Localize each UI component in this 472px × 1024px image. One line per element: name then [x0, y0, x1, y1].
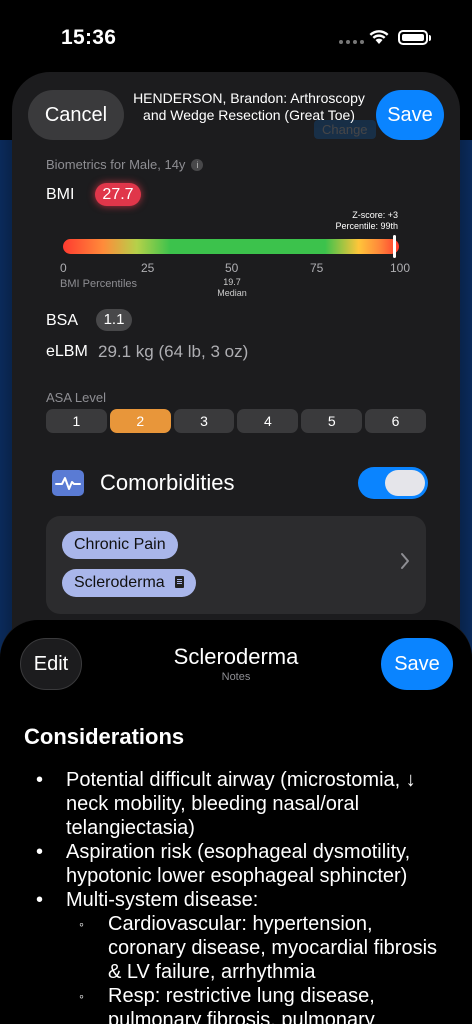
asa-segmented-control: 1 2 3 4 5 6 — [46, 409, 426, 433]
status-bar: 15:36 — [0, 0, 472, 70]
zscore-text: Z-score: +3 — [352, 210, 398, 220]
list-item: • Potential difficult airway (microstomia… — [36, 769, 416, 839]
tick-label: 25 — [141, 261, 155, 275]
comorbidity-chip[interactable]: Chronic Pain — [62, 531, 178, 559]
median-annotation: 19.7 Median — [202, 277, 262, 299]
list-item-text: Multi-system disease: — [66, 889, 259, 911]
toggle-knob — [385, 470, 425, 496]
asa-option-5[interactable]: 5 — [301, 409, 363, 433]
biometrics-label: Biometrics for Male, 14y i — [46, 157, 204, 172]
surgery-sheet: Change Cancel HENDERSON, Brandon: Arthro… — [12, 72, 460, 692]
asa-option-1[interactable]: 1 — [46, 409, 107, 433]
bmi-label: BMI — [46, 186, 75, 203]
sheet-title: HENDERSON, Brandon: Arthroscopy and Wedg… — [133, 90, 365, 123]
note-icon — [174, 576, 184, 588]
tick-label: 50 — [225, 261, 239, 275]
sub-list-item-text: Cardiovascular: hypertension, coronary d… — [108, 913, 438, 983]
save-button[interactable]: Save — [376, 90, 444, 140]
bmi-percentiles-label: BMI Percentiles — [60, 278, 138, 290]
tick-label: 0 — [60, 261, 67, 275]
asa-option-3[interactable]: 3 — [173, 409, 235, 433]
edit-button[interactable]: Edit — [20, 638, 82, 690]
bmi-percentile-marker — [393, 235, 396, 258]
tick-label: 75 — [310, 261, 324, 275]
list-item-text: Aspiration risk (esophageal dysmotility,… — [66, 841, 411, 887]
chevron-right-icon — [401, 553, 409, 569]
percentile-text: Percentile: 99th — [335, 221, 398, 231]
median-label: Median — [217, 288, 247, 298]
sub-list-item: ◦ Resp: restrictive lung disease, pulmona… — [24, 984, 444, 1024]
battery-icon — [398, 30, 428, 45]
considerations-heading: Considerations — [24, 724, 185, 749]
asa-option-4[interactable]: 4 — [237, 409, 299, 433]
notes-subtitle: Notes — [221, 671, 251, 683]
tick-label: 100 — [390, 261, 411, 275]
list-item-text: Potential difficult airway (microstomia,… — [66, 769, 416, 839]
info-icon[interactable]: i — [191, 159, 204, 171]
comorbidities-title: Comorbidities — [100, 470, 235, 495]
biometrics-text: Biometrics for Male, 14y — [46, 157, 186, 172]
cancel-button[interactable]: Cancel — [28, 90, 124, 140]
asa-option-6[interactable]: 6 — [365, 409, 426, 433]
status-time: 15:36 — [61, 26, 117, 49]
heart-monitor-icon — [52, 470, 84, 496]
notes-save-button[interactable]: Save — [381, 638, 453, 690]
bmi-value-badge: 27.7 — [95, 183, 141, 206]
list-item: • Aspiration risk (esophageal dysmotility… — [36, 841, 411, 887]
comorbidities-card[interactable]: Chronic Pain Scleroderma — [46, 516, 426, 614]
list-item: • Multi-system disease: — [36, 889, 259, 911]
notes-title: Scleroderma — [173, 644, 299, 669]
chip-label: Scleroderma — [74, 574, 165, 591]
bsa-value-badge: 1.1 — [96, 309, 132, 331]
asa-option-2[interactable]: 2 — [109, 409, 171, 433]
notes-content: Considerations • Potential difficult airw… — [24, 724, 444, 1024]
bmi-percentile-bar — [63, 239, 399, 254]
zscore-annotation: Z-score: +3 Percentile: 99th — [292, 210, 398, 232]
sub-list-item-text: Resp: restrictive lung disease, pulmonar… — [108, 985, 375, 1024]
elbm-value: 29.1 kg (64 lb, 3 oz) — [98, 342, 249, 361]
battery-tip — [429, 35, 431, 41]
notes-sheet: Edit Scleroderma Notes Save Consideratio… — [0, 620, 472, 1024]
signal-dots-icon — [339, 40, 364, 44]
bsa-label: BSA — [46, 312, 79, 329]
comorbidities-toggle[interactable] — [358, 467, 428, 499]
median-value: 19.7 — [223, 277, 241, 287]
asa-level-label: ASA Level — [46, 390, 106, 405]
wifi-icon — [369, 30, 389, 44]
chip-label: Chronic Pain — [74, 536, 166, 553]
sub-list-item: ◦ Cardiovascular: hypertension, coronary … — [79, 913, 438, 983]
comorbidity-chip[interactable]: Scleroderma — [62, 569, 196, 597]
elbm-label: eLBM — [46, 343, 88, 360]
